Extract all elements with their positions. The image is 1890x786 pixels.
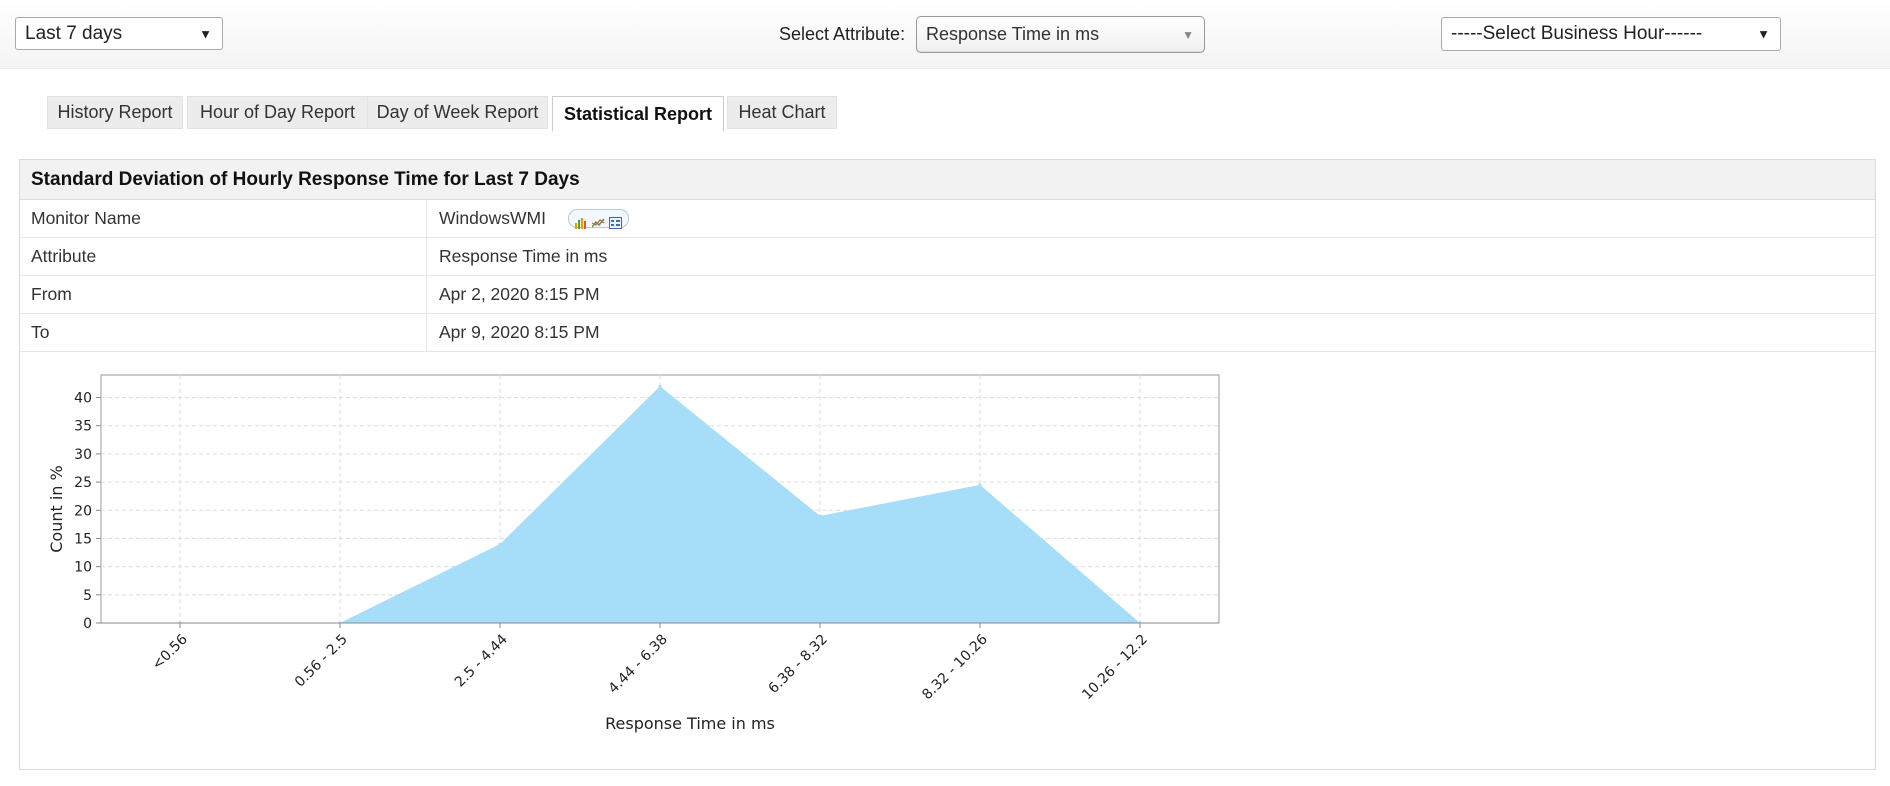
bar-chart-icon[interactable] xyxy=(574,213,588,229)
tab-statistical-report[interactable]: Statistical Report xyxy=(552,96,724,132)
info-key: Attribute xyxy=(20,238,427,275)
chevron-down-icon: ▼ xyxy=(1757,26,1770,42)
table-grid-icon[interactable] xyxy=(608,213,622,229)
y-tick-label: 25 xyxy=(74,475,92,491)
info-key: From xyxy=(20,276,427,313)
attribute-value: Response Time in ms xyxy=(926,24,1100,44)
x-tick-label: 8.32 - 10.26 xyxy=(919,631,991,703)
report-title: Standard Deviation of Hourly Response Ti… xyxy=(20,160,1875,200)
y-tick-label: 20 xyxy=(74,503,92,519)
y-tick-label: 30 xyxy=(74,447,92,463)
data-point[interactable] xyxy=(818,514,822,518)
info-value: Apr 9, 2020 8:15 PM xyxy=(439,322,600,342)
tab-day-of-week-report[interactable]: Day of Week Report xyxy=(367,96,548,129)
chevron-down-icon: ▼ xyxy=(1182,27,1194,42)
x-tick-label: 4.44 - 6.38 xyxy=(606,632,671,697)
tab-hour-of-day-report[interactable]: Hour of Day Report xyxy=(187,96,368,129)
tab-label: Day of Week Report xyxy=(376,102,539,122)
x-tick-label: 10.26 - 12.2 xyxy=(1079,632,1151,704)
data-point[interactable] xyxy=(658,384,662,388)
attribute-label: Select Attribute: xyxy=(779,24,906,44)
x-tick-label: 0.56 - 2.5 xyxy=(292,632,351,691)
x-axis-title: Response Time in ms xyxy=(605,714,775,733)
business-hour-value: -----Select Business Hour------ xyxy=(1451,23,1703,44)
info-row-attribute: Attribute Response Time in ms xyxy=(20,238,1875,276)
monitor-report-icons xyxy=(567,209,629,229)
chevron-down-icon: ▼ xyxy=(199,26,212,41)
attribute-select[interactable]: Response Time in ms ▼ xyxy=(916,16,1205,53)
info-row-to: To Apr 9, 2020 8:15 PM xyxy=(20,314,1875,352)
y-tick-label: 15 xyxy=(74,531,92,547)
x-tick-label: 2.5 - 4.44 xyxy=(452,631,511,690)
info-row-from: From Apr 2, 2020 8:15 PM xyxy=(20,276,1875,314)
time-range-value: Last 7 days xyxy=(25,22,123,44)
tab-label: Heat Chart xyxy=(738,102,826,122)
y-axis-title: Count in % xyxy=(47,465,66,552)
y-tick-label: 10 xyxy=(74,560,92,576)
info-value: WindowsWMI xyxy=(427,200,629,237)
tab-label: Statistical Report xyxy=(563,103,713,124)
filter-bar: Last 7 days ▼ Select Attribute: Response… xyxy=(0,0,1890,69)
tab-label: Hour of Day Report xyxy=(199,102,356,122)
data-point[interactable] xyxy=(978,483,982,487)
y-tick-label: 40 xyxy=(74,391,92,407)
y-tick-label: 35 xyxy=(74,419,92,435)
info-key: To xyxy=(20,314,427,351)
x-tick-label: 6.38 - 8.32 xyxy=(766,632,831,697)
info-key: Monitor Name xyxy=(20,200,427,237)
time-range-select[interactable]: Last 7 days ▼ xyxy=(15,17,223,50)
tab-heat-chart[interactable]: Heat Chart xyxy=(727,96,837,129)
monitor-name[interactable]: WindowsWMI xyxy=(439,208,546,229)
info-row-monitor: Monitor Name WindowsWMI xyxy=(20,200,1875,238)
y-tick-label: 5 xyxy=(83,588,92,604)
y-tick-label: 0 xyxy=(83,616,92,632)
tab-history-report[interactable]: History Report xyxy=(47,96,183,129)
x-tick-label: <0.56 xyxy=(149,631,191,673)
statistical-area-chart: 0 5 10 15 20 25 30 35 40 <0.56 0.56 - 2.5 2.5 - 4.4… xyxy=(47,374,1220,733)
info-value: Response Time in ms xyxy=(439,246,608,266)
line-chart-icon[interactable] xyxy=(591,213,605,227)
info-value: Apr 2, 2020 8:15 PM xyxy=(439,284,600,304)
tab-label: History Report xyxy=(57,102,173,122)
business-hour-select[interactable]: -----Select Business Hour------ ▼ xyxy=(1441,17,1781,51)
data-point[interactable] xyxy=(498,542,502,546)
